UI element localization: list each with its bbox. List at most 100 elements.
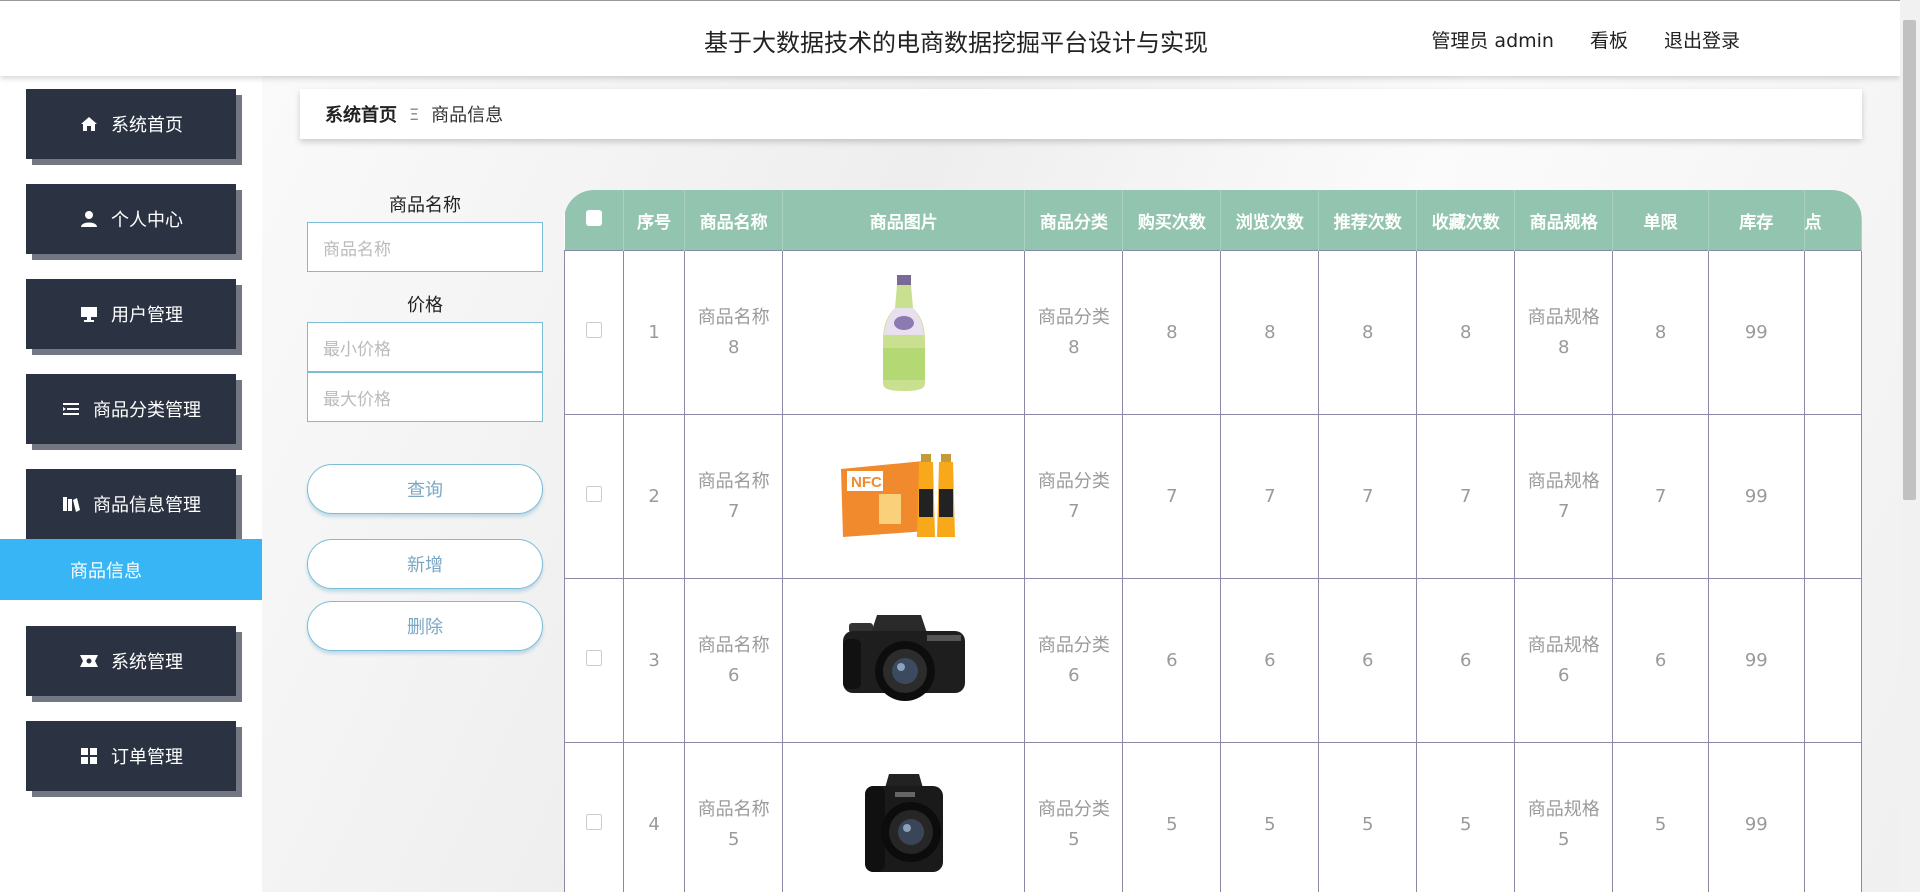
- table-row[interactable]: 3 商品名称6 商品分类6 6 6 6 6 商品规格6 6 99: [564, 578, 1862, 743]
- select-all-checkbox[interactable]: [585, 209, 602, 226]
- favs-cell: 6: [1416, 578, 1516, 743]
- grid-icon: [79, 746, 99, 766]
- row-select-cell: [564, 742, 625, 892]
- breadcrumb-separator: Ξ: [409, 104, 420, 124]
- category-cell: 商品分类6: [1024, 578, 1124, 743]
- row-checkbox[interactable]: [586, 485, 603, 502]
- user-icon: [79, 209, 99, 229]
- sidebar-item-label: 系统管理: [111, 652, 183, 673]
- search-panel: 商品名称 商品名称 价格 最小价格 最大价格 查询 新增 删除: [307, 190, 543, 651]
- row-checkbox[interactable]: [586, 649, 603, 666]
- admin-user-link[interactable]: 管理员 admin: [1431, 26, 1554, 53]
- favs-cell: 5: [1416, 742, 1516, 892]
- extra-cell: [1803, 250, 1862, 415]
- sidebar-item-profile[interactable]: 个人中心: [26, 184, 236, 254]
- row-select-cell: [564, 578, 625, 743]
- column-header: 商品图片: [782, 190, 1026, 251]
- page-scrollbar[interactable]: [1900, 0, 1920, 892]
- extra-cell: [1803, 742, 1862, 892]
- column-header: 推荐次数: [1318, 190, 1418, 251]
- product-name-label: 商品名称: [389, 195, 461, 216]
- index-cell: 4: [623, 742, 686, 892]
- min-price-input[interactable]: 最小价格: [307, 322, 543, 372]
- max-price-input[interactable]: 最大价格: [307, 372, 543, 422]
- column-header: 库存: [1708, 190, 1805, 251]
- row-select-cell: [564, 250, 625, 415]
- sidebar-item-system[interactable]: 系统管理: [26, 626, 236, 696]
- limit-cell: 5: [1612, 742, 1709, 892]
- stock-cell: 99: [1707, 742, 1805, 892]
- column-header: 商品分类: [1024, 190, 1124, 251]
- column-header: 浏览次数: [1220, 190, 1320, 251]
- name-cell: 商品名称6: [684, 578, 784, 743]
- add-button[interactable]: 新增: [307, 539, 543, 589]
- row-checkbox[interactable]: [586, 321, 603, 338]
- sidebar-subitem-product-info[interactable]: 商品信息: [0, 539, 262, 600]
- recs-cell: 8: [1318, 250, 1418, 415]
- breadcrumb-home[interactable]: 系统首页: [325, 101, 397, 127]
- image-cell: NFC: [782, 414, 1026, 579]
- top-links: 管理员 admin 看板 退出登录: [1431, 26, 1740, 53]
- sidebar-item-home[interactable]: 系统首页: [26, 89, 236, 159]
- sidebar-item-label: 个人中心: [111, 210, 183, 231]
- favs-cell: 8: [1416, 250, 1516, 415]
- recs-cell: 6: [1318, 578, 1418, 743]
- spec-cell: 商品规格5: [1514, 742, 1614, 892]
- limit-cell: 6: [1612, 578, 1709, 743]
- table-header-row: 序号 商品名称 商品图片 商品分类 购买次数 浏览次数 推荐次数 收藏次数 商品…: [564, 190, 1862, 251]
- sidebar-item-users[interactable]: 用户管理: [26, 279, 236, 349]
- product-name-input[interactable]: 商品名称: [307, 222, 543, 272]
- dashboard-link[interactable]: 看板: [1590, 26, 1628, 53]
- image-cell: [782, 742, 1026, 892]
- buys-cell: 6: [1122, 578, 1222, 743]
- spec-cell: 商品规格8: [1514, 250, 1614, 415]
- column-header: 序号: [623, 190, 686, 251]
- column-header: 商品规格: [1514, 190, 1614, 251]
- product-table-wrapper: 序号 商品名称 商品图片 商品分类 购买次数 浏览次数 推荐次数 收藏次数 商品…: [564, 190, 1862, 892]
- sidebar-item-label: 商品分类管理: [93, 400, 201, 421]
- category-cell: 商品分类7: [1024, 414, 1124, 579]
- monitor-icon: [79, 304, 99, 324]
- sidebar-item-label: 订单管理: [111, 747, 183, 768]
- name-cell: 商品名称8: [684, 250, 784, 415]
- select-all-header: [564, 190, 625, 251]
- row-select-cell: [564, 414, 625, 579]
- buys-cell: 5: [1122, 742, 1222, 892]
- breadcrumb: 系统首页 Ξ 商品信息: [300, 89, 1862, 139]
- sidebar-item-orders[interactable]: 订单管理: [26, 721, 236, 791]
- extra-cell: [1803, 414, 1862, 579]
- column-header: 购买次数: [1122, 190, 1222, 251]
- product-image-juice-bottle: [783, 251, 1024, 414]
- delete-button[interactable]: 删除: [307, 601, 543, 651]
- top-header: 基于大数据技术的电商数据挖掘平台设计与实现 管理员 admin 看板 退出登录: [0, 0, 1900, 76]
- views-cell: 8: [1220, 250, 1320, 415]
- query-button[interactable]: 查询: [307, 464, 543, 514]
- table-row[interactable]: 1 商品名称8 商品分类8 8 8 8 8 商品规格8 8 99: [564, 250, 1862, 415]
- sidebar-item-products[interactable]: 商品信息管理: [26, 469, 236, 539]
- image-cell: [782, 250, 1026, 415]
- column-header: 收藏次数: [1416, 190, 1516, 251]
- sidebar-item-category[interactable]: 商品分类管理: [26, 374, 236, 444]
- recs-cell: 5: [1318, 742, 1418, 892]
- breadcrumb-current: 商品信息: [431, 105, 504, 126]
- logout-link[interactable]: 退出登录: [1664, 26, 1740, 53]
- ticket-icon: [79, 651, 99, 671]
- stock-cell: 99: [1707, 250, 1805, 415]
- name-cell: 商品名称5: [684, 742, 784, 892]
- column-header: 商品名称: [684, 190, 784, 251]
- row-checkbox[interactable]: [586, 813, 603, 830]
- home-icon: [79, 114, 99, 134]
- column-header: 单限: [1612, 190, 1709, 251]
- views-cell: 5: [1220, 742, 1320, 892]
- favs-cell: 7: [1416, 414, 1516, 579]
- column-header: 点: [1804, 190, 1862, 251]
- category-cell: 商品分类8: [1024, 250, 1124, 415]
- sidebar: 系统首页 个人中心 用户管理 商品分类管理 商品信息管理 商品信息 系统管理 订…: [0, 75, 262, 892]
- sidebar-item-label: 用户管理: [111, 305, 183, 326]
- buys-cell: 8: [1122, 250, 1222, 415]
- table-row[interactable]: 2 商品名称7 NFC 商品分类7 7 7 7 7 商品规格7 7 99: [564, 414, 1862, 579]
- stock-cell: 99: [1707, 414, 1805, 579]
- scrollbar-thumb[interactable]: [1903, 20, 1916, 500]
- table-row[interactable]: 4 商品名称5 商品分类5 5 5 5 5 商品规格5 5 99: [564, 742, 1862, 892]
- svg-text:NFC: NFC: [851, 474, 882, 491]
